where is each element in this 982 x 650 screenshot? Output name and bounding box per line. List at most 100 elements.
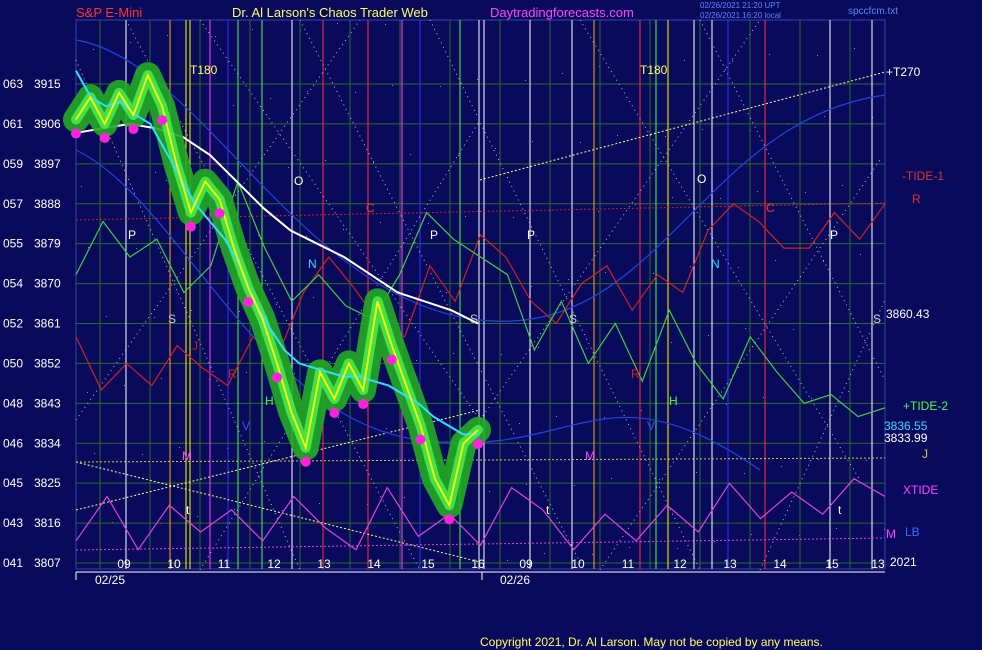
star-dot (836, 528, 837, 529)
date-label: 02/26 (500, 573, 530, 587)
y-tick-price-label: 3906 (34, 117, 61, 131)
y-tick-price-label: 3843 (34, 396, 61, 410)
x-hour-label: 15 (825, 557, 839, 571)
star-dot (477, 79, 478, 80)
star-dot (166, 180, 167, 181)
y-tick-left-label: 061 (3, 117, 23, 131)
lb-label: LB (905, 525, 920, 539)
event-annotation: N (711, 257, 720, 271)
star-dot (155, 172, 156, 173)
x-hour-label: 16 (471, 557, 485, 571)
star-dot (538, 347, 539, 348)
pivot-dot (157, 115, 168, 126)
star-dot (708, 335, 709, 336)
star-dot (702, 129, 703, 130)
star-dot (446, 292, 447, 293)
star-dot (641, 410, 642, 411)
y-tick-price-label: 3834 (34, 436, 61, 450)
pivot-dot (473, 438, 483, 449)
event-annotation: M (585, 449, 595, 463)
star-dot (659, 479, 660, 480)
diagonal-guide (429, 19, 701, 571)
x-hour-label: 13 (871, 557, 885, 571)
star-dot (519, 423, 520, 424)
event-annotation: P (430, 228, 438, 242)
x-hour-label: 12 (267, 557, 281, 571)
event-annotation: V (242, 419, 250, 433)
event-annotation: t (186, 503, 190, 517)
x-hour-label: 15 (421, 557, 435, 571)
star-dot (720, 198, 721, 199)
y-tick-left-label: 054 (3, 277, 23, 291)
star-dot (824, 116, 825, 117)
event-annotation: S (168, 312, 176, 326)
star-dot (884, 529, 885, 530)
star-dot (611, 478, 612, 479)
y-tick-price-label: 3807 (34, 556, 61, 570)
event-annotation: C (366, 201, 375, 215)
star-dot (677, 548, 678, 549)
star-dot (757, 191, 758, 192)
price-3833-label: 3833.99 (884, 431, 928, 445)
y-tick-left-label: 046 (3, 436, 23, 450)
star-dot (714, 541, 715, 542)
star-dot (526, 484, 527, 485)
star-dot (94, 453, 95, 454)
r-label: R (912, 192, 921, 206)
event-annotation: T180 (190, 63, 218, 77)
x-hour-label: 10 (167, 557, 181, 571)
star-dot (586, 348, 587, 349)
event-annotation: S (873, 312, 881, 326)
star-dot (531, 286, 532, 287)
timestamp-2: 02/26/2021 16:20 local (700, 11, 781, 20)
date-label: 02/25 (95, 573, 125, 587)
pivot-dot (185, 221, 196, 232)
star-dot (745, 328, 746, 329)
star-dot (525, 80, 526, 81)
star-dot (130, 42, 131, 43)
star-dot (775, 260, 776, 261)
copyright-notice: Copyright 2021, Dr. Al Larson. May not b… (480, 635, 823, 649)
pivot-dot (444, 514, 455, 525)
pivot-dot (329, 407, 340, 418)
star-dot (860, 254, 861, 255)
y-tick-price-label: 3879 (34, 237, 61, 251)
star-dot (239, 311, 240, 312)
star-dot (574, 485, 575, 486)
star-dot (842, 185, 843, 186)
pivot-dot (99, 132, 110, 143)
author-title: Dr. Al Larson's Chaos Trader Web (232, 5, 428, 20)
event-annotation: N (308, 257, 317, 271)
event-annotation: C (766, 201, 775, 215)
star-dot (465, 216, 466, 217)
star-dot (306, 236, 307, 237)
star-dot (453, 353, 454, 354)
j-label: J (922, 447, 928, 461)
star-dot (81, 186, 82, 187)
event-annotation: P (128, 228, 136, 242)
y-tick-price-label: 3825 (34, 476, 61, 490)
star-dot (355, 92, 356, 93)
tide2-label: +TIDE-2 (903, 399, 948, 413)
star-dot (416, 360, 417, 361)
x-hour-label: 12 (673, 557, 687, 571)
year-label: 2021 (890, 555, 917, 569)
x-hour-label: 11 (218, 557, 231, 571)
star-dot (811, 398, 812, 399)
star-dot (732, 61, 733, 62)
pivot-dot (243, 297, 254, 308)
event-annotation: P (527, 228, 535, 242)
star-dot (726, 404, 727, 405)
star-dot (738, 267, 739, 268)
site-title: Daytradingforecasts.com (490, 5, 634, 20)
star-dot (373, 161, 374, 162)
pivot-dot (214, 208, 225, 219)
y-tick-price-label: 3816 (34, 516, 61, 530)
instrument-title: S&P E-Mini (76, 5, 143, 20)
star-dot (672, 197, 673, 198)
star-dot (684, 60, 685, 61)
star-dot (580, 142, 581, 143)
star-dot (294, 373, 295, 374)
star-dot (124, 385, 125, 386)
x-hour-label: 13 (317, 557, 331, 571)
